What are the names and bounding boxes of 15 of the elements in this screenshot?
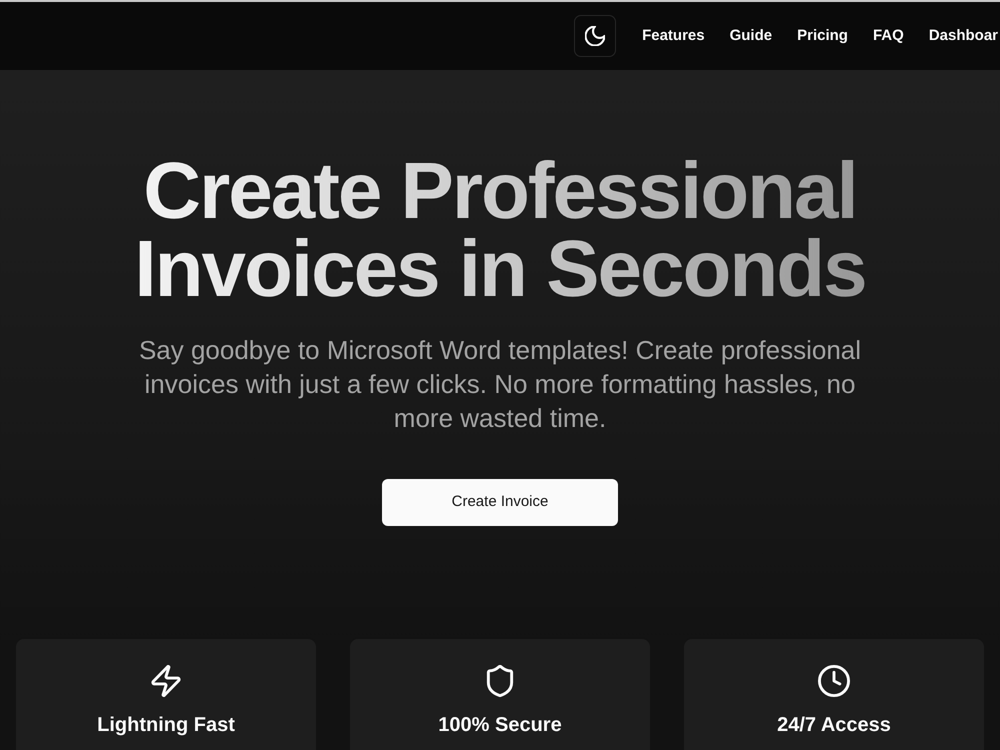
clock-icon xyxy=(818,665,850,698)
hero-subtitle: Say goodbye to Microsoft Word templates! Create professional invoices with just a few clicks. No more formatting hassles, no more wasted time. xyxy=(138,334,862,436)
feature-title: Lightning Fast xyxy=(96,713,236,738)
moon-icon xyxy=(585,26,606,46)
lightning-icon xyxy=(150,665,182,698)
theme-toggle-button[interactable] xyxy=(574,15,616,57)
feature-title: 100% Secure xyxy=(437,713,563,738)
nav-link[interactable]: Features xyxy=(642,24,705,48)
create-invoice-button[interactable]: Create Invoice xyxy=(382,479,618,526)
nav-link[interactable]: Pricing xyxy=(797,24,848,48)
nav-link[interactable]: FAQ xyxy=(872,24,904,48)
shield-icon xyxy=(484,665,516,698)
nav-link[interactable]: Dashboar xyxy=(928,24,998,48)
nav-link[interactable]: Guide xyxy=(730,24,772,48)
feature-title: 24/7 Access xyxy=(776,713,892,738)
